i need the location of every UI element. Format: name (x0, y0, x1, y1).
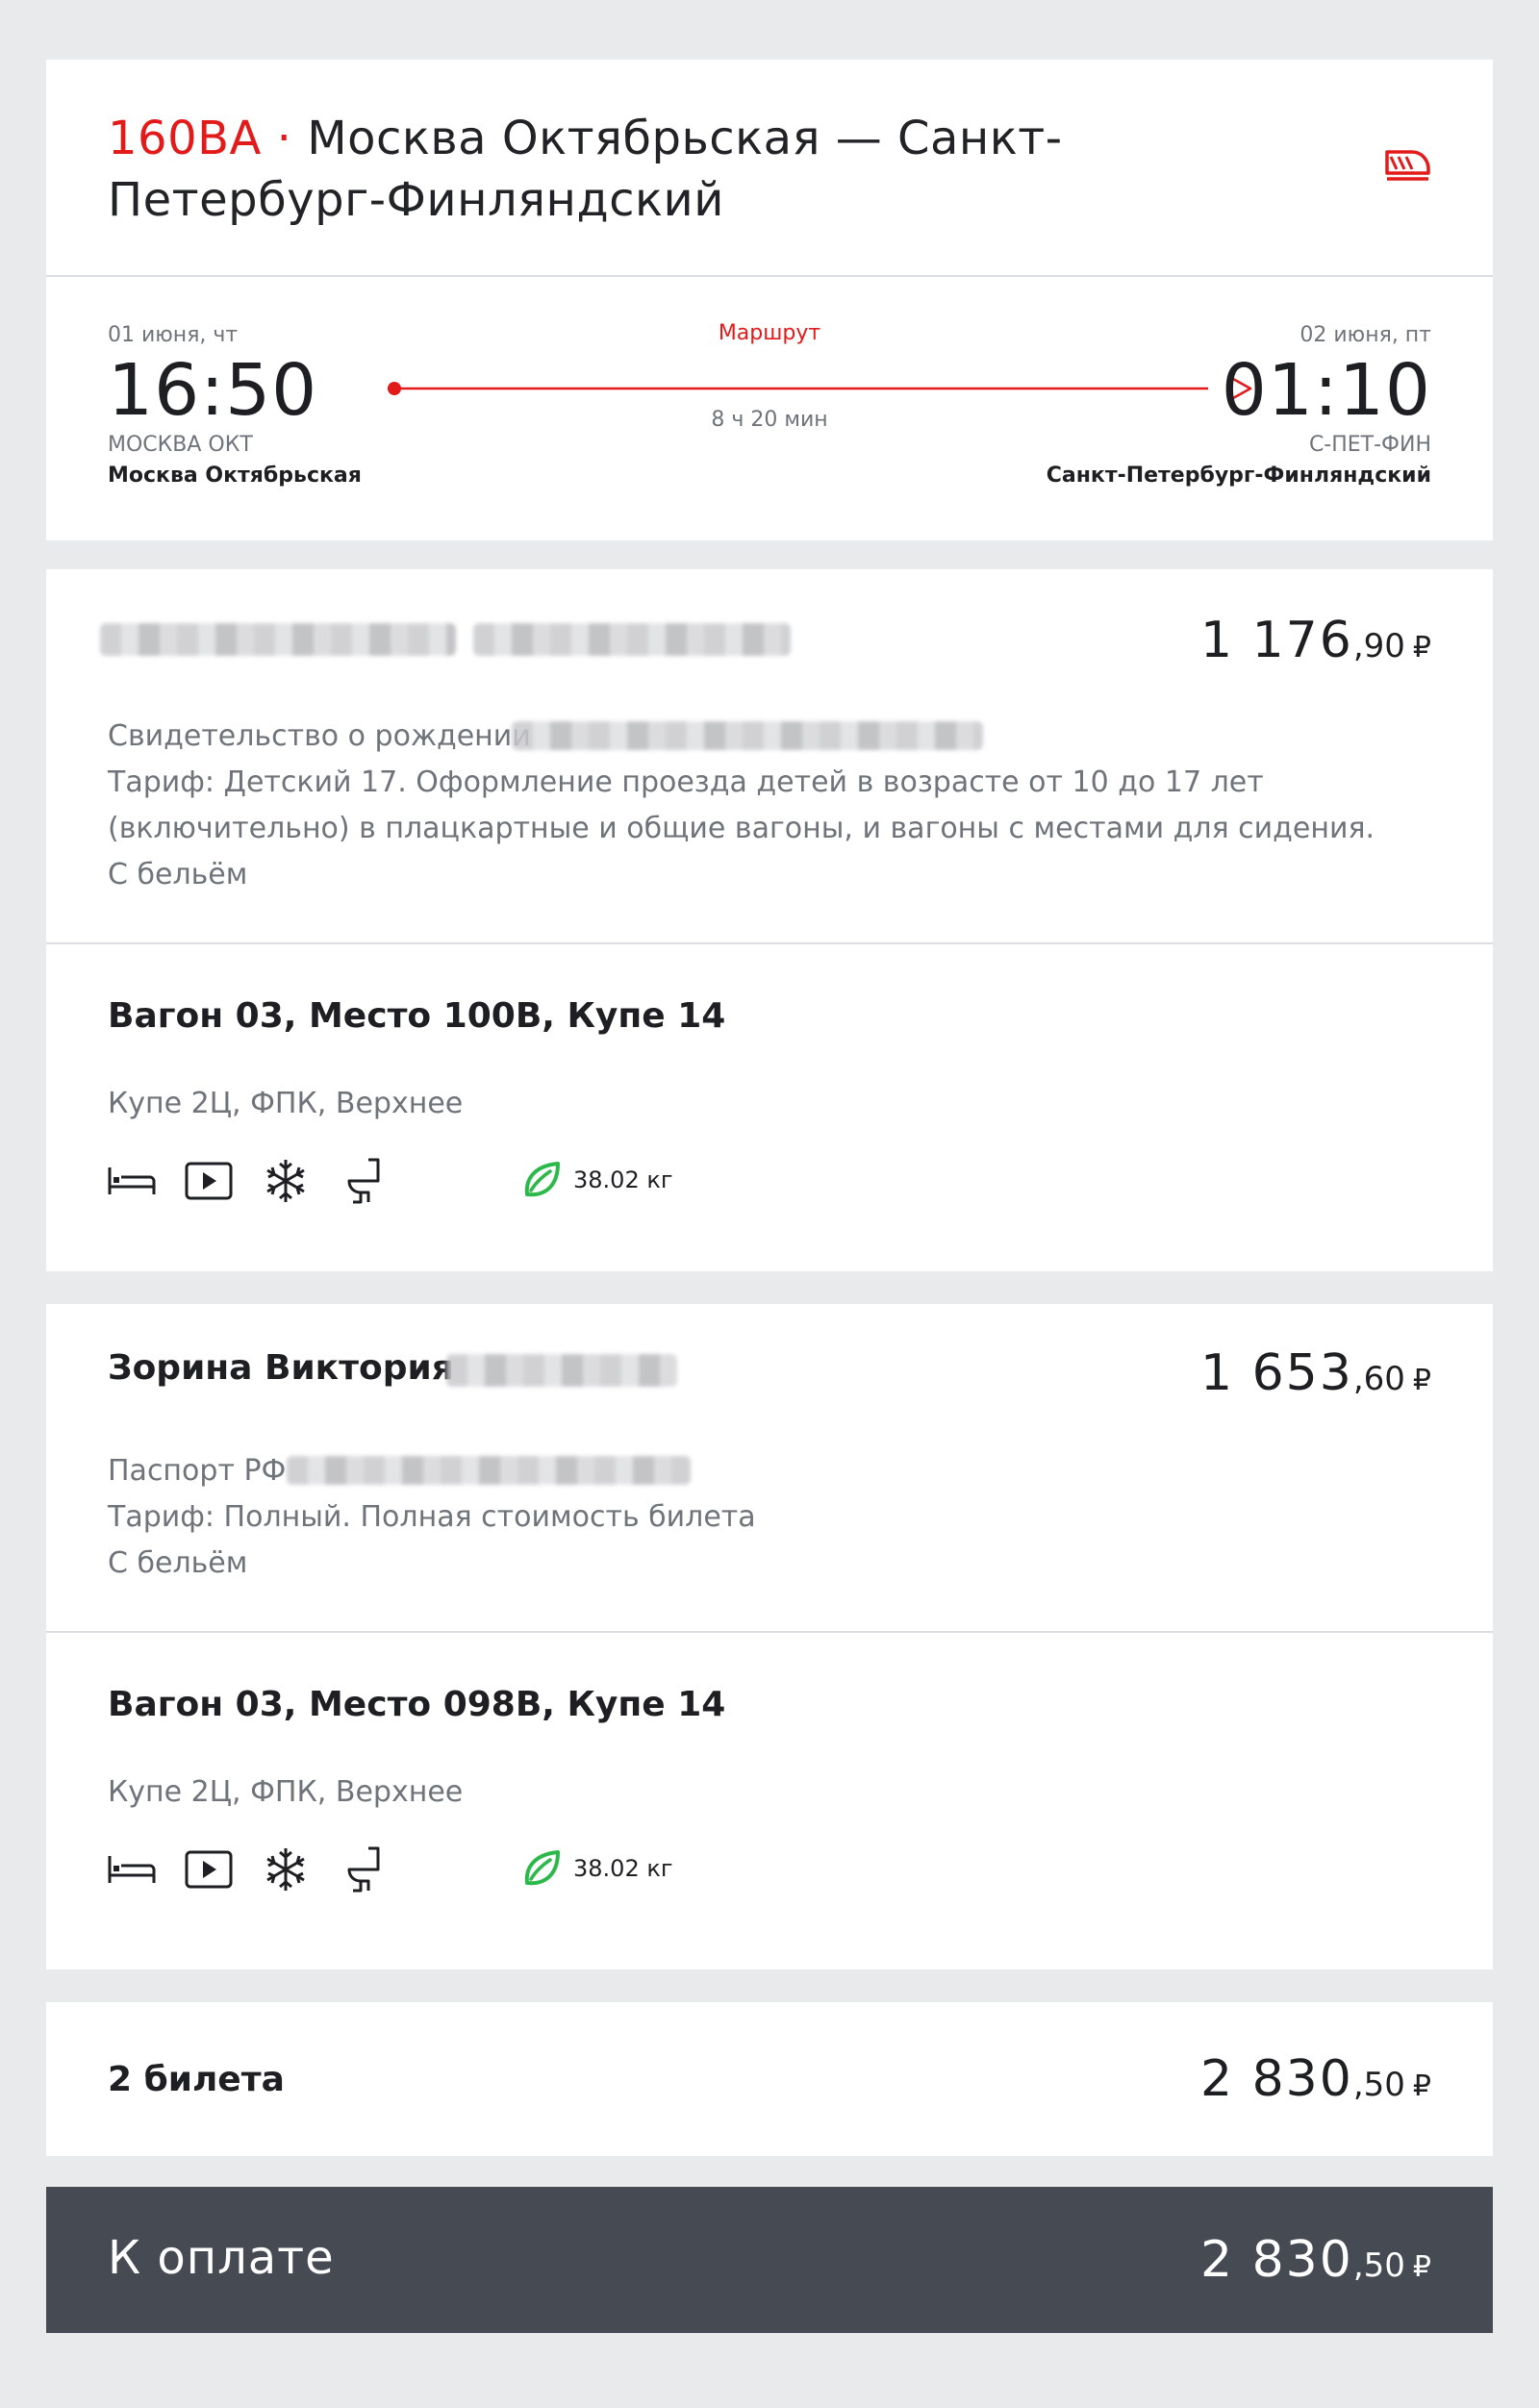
leaf-icon (524, 1850, 560, 1886)
departure-code: МОСКВА ОКТ (108, 433, 253, 457)
payment-amount: 2 830,50 ₽ (1199, 2231, 1431, 2289)
route-arrow (388, 382, 1208, 395)
passenger-price: 1 176,90 ₽ (1199, 612, 1431, 669)
car-type: Купе 2Ц, ФПК, Верхнее (108, 1087, 464, 1120)
bed-icon (108, 1847, 156, 1892)
air-conditioning-icon (262, 1159, 310, 1203)
passenger-tariff: Тариф: Полный. Полная стоимость билета (108, 1500, 756, 1534)
passenger-linen: С бельём (108, 858, 248, 891)
route-link[interactable]: Маршрут (46, 321, 1493, 345)
arrival-station: Санкт-Петербург-Финляндский (1046, 464, 1431, 488)
payment-bar[interactable]: К оплате 2 830,50 ₽ (46, 2187, 1493, 2333)
arrival-date: 02 июня, пт (1299, 323, 1431, 347)
redacted-patronymic (446, 1354, 677, 1387)
redacted-name (473, 623, 791, 656)
toilet-icon (339, 1846, 387, 1893)
trip-header-card: 160ВА · Москва Октябрьская — Санкт-Петер… (46, 60, 1493, 540)
video-icon (185, 1159, 233, 1203)
arrival-code: С-ПЕТ-ФИН (1308, 433, 1431, 457)
passenger-tariff: Тариф: Детский 17. Оформление проезда де… (108, 765, 1375, 845)
title-separator: · (276, 112, 292, 165)
passenger-card: Зорина Виктория 1 653,60 ₽ Паспорт РФ Тар… (46, 1304, 1493, 1969)
air-conditioning-icon (262, 1847, 310, 1892)
eco-footprint: 38.02 кг (521, 1160, 672, 1200)
trip-title: 160ВА · Москва Октябрьская — Санкт-Петер… (108, 108, 1166, 231)
passenger-name: Зорина Виктория (108, 1348, 454, 1388)
passenger-divider (46, 942, 1493, 944)
toilet-icon (339, 1158, 387, 1204)
car-type: Купе 2Ц, ФПК, Верхнее (108, 1775, 464, 1809)
train-number: 160ВА (108, 112, 262, 165)
seat-info: Вагон 03, Место 098В, Купе 14 (108, 1685, 726, 1724)
amenities (108, 1846, 416, 1893)
passenger-price: 1 653,60 ₽ (1199, 1344, 1431, 1402)
eco-footprint: 38.02 кг (521, 1848, 672, 1889)
redacted-document-number (512, 721, 983, 750)
amenities (108, 1158, 416, 1204)
redacted-document-number (287, 1456, 691, 1485)
video-icon (185, 1847, 233, 1892)
total-card: 2 билета 2 830,50 ₽ (46, 2002, 1493, 2156)
passenger-linen: С бельём (108, 1546, 248, 1580)
bed-icon (108, 1159, 156, 1203)
payment-label: К оплате (108, 2231, 335, 2285)
passenger-card: 1 176,90 ₽ Свидетельство о рождении Тариф… (46, 569, 1493, 1271)
arrival-time: 01:10 (1221, 349, 1431, 432)
total-price: 2 830,50 ₽ (1199, 2050, 1431, 2108)
seat-info: Вагон 03, Место 100В, Купе 14 (108, 996, 726, 1036)
train-icon (1385, 150, 1430, 181)
leaf-icon (524, 1162, 560, 1197)
redacted-name (100, 623, 456, 656)
passenger-divider (46, 1631, 1493, 1633)
departure-station: Москва Октябрьская (108, 464, 362, 488)
header-divider (46, 275, 1493, 277)
ticket-count: 2 билета (108, 2060, 285, 2099)
